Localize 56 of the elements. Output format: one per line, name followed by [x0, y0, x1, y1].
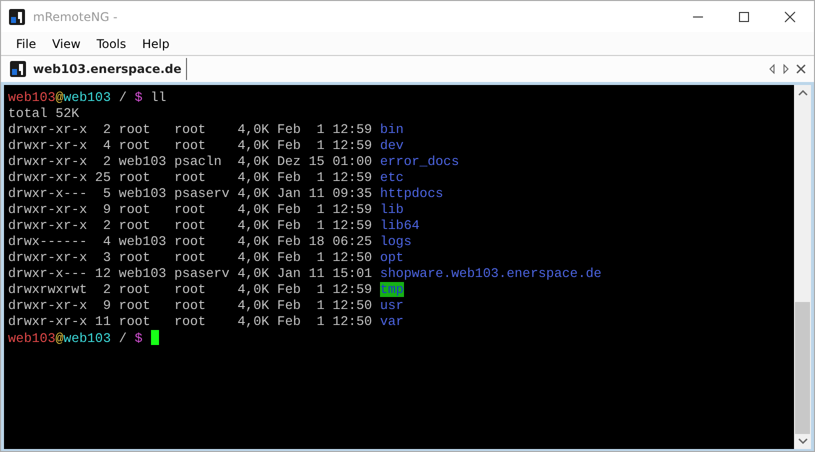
listing-info: drwxr-xr-x 25 root root 4,0K Feb 1 12:59 — [8, 170, 372, 185]
scrollbar-thumb[interactable] — [795, 302, 810, 434]
app-logo-icon — [9, 8, 25, 24]
menu-item[interactable]: View — [45, 36, 88, 50]
directory-name: etc — [380, 170, 404, 185]
listing-info: drwxr-xr-x 2 root root 4,0K Feb 1 12:59 — [8, 218, 372, 233]
prompt-path: / — [118, 90, 127, 105]
prompt-sign: $ — [134, 331, 143, 346]
scroll-up-icon[interactable] — [798, 89, 808, 97]
prompt-user: web103 — [8, 90, 56, 105]
listing-info: drwxr-x--- 12 web103 psaserv 4,0K Jan 11 15:01 — [8, 266, 372, 281]
command-text: ll — [150, 90, 166, 105]
prompt-host: web103 — [63, 90, 111, 105]
maximize-icon[interactable] — [738, 10, 750, 22]
output-text: total 52K — [8, 106, 80, 121]
listing-info: drwx------ 4 web103 root 4,0K Feb 18 06:25 — [8, 234, 372, 249]
prompt-sign: $ — [134, 90, 143, 105]
listing-info: drwxr-xr-x 11 root root 4,0K Feb 1 12:50 — [8, 314, 372, 329]
scroll-left-icon[interactable] — [768, 64, 776, 74]
listing-info: drwxr-xr-x 4 root root 4,0K Feb 1 12:59 — [8, 138, 372, 153]
directory-name: var — [380, 314, 404, 329]
directory-name: lib64 — [380, 218, 420, 233]
directory-name: opt — [380, 250, 404, 265]
directory-name: httpdocs — [380, 186, 444, 201]
prompt-user: web103 — [8, 331, 56, 346]
prompt-at: @ — [55, 331, 64, 346]
directory-name: error_docs — [380, 154, 460, 169]
listing-info: drwxr-xr-x 2 root root 4,0K Feb 1 12:59 — [8, 122, 372, 137]
listing-info: drwxr-xr-x 3 root root 4,0K Feb 1 12:50 — [8, 250, 372, 265]
listing-info: drwxr-x--- 5 web103 psaserv 4,0K Jan 11 09:35 — [8, 186, 372, 201]
directory-name: shopware.web103.enerspace.de — [380, 266, 602, 281]
directory-name: tmp — [380, 282, 404, 297]
prompt-at: @ — [55, 90, 64, 105]
directory-name: bin — [380, 122, 404, 137]
menu-item[interactable]: Tools — [90, 36, 134, 50]
directory-name: logs — [380, 234, 412, 249]
cursor — [150, 330, 158, 345]
close-icon[interactable] — [784, 10, 796, 22]
menu-item[interactable]: Help — [135, 36, 176, 50]
scroll-right-icon[interactable] — [782, 64, 790, 74]
listing-info: drwxr-xr-x 2 web103 psacln 4,0K Dez 15 01:00 — [8, 154, 372, 169]
directory-name: lib — [380, 202, 404, 217]
listing-info: drwxr-xr-x 9 root root 4,0K Feb 1 12:50 — [8, 298, 372, 313]
terminal-screen[interactable] — [4, 85, 794, 449]
close-icon[interactable] — [796, 64, 806, 74]
app-logo-icon — [10, 61, 26, 77]
window-title: mRemoteNG - — [33, 10, 118, 24]
listing-info: drwxr-xr-x 9 root root 4,0K Feb 1 12:59 — [8, 202, 372, 217]
prompt-path: / — [118, 331, 127, 346]
prompt-host: web103 — [63, 331, 111, 346]
listing-info: drwxrwxrwt 2 root root 4,0K Feb 1 12:59 — [8, 282, 372, 297]
session-tab[interactable]: web103.enerspace.de — [1, 58, 187, 80]
directory-name: dev — [380, 138, 404, 153]
menu-item[interactable]: File — [9, 36, 44, 50]
scroll-down-icon[interactable] — [798, 437, 808, 445]
directory-name: usr — [380, 298, 404, 313]
